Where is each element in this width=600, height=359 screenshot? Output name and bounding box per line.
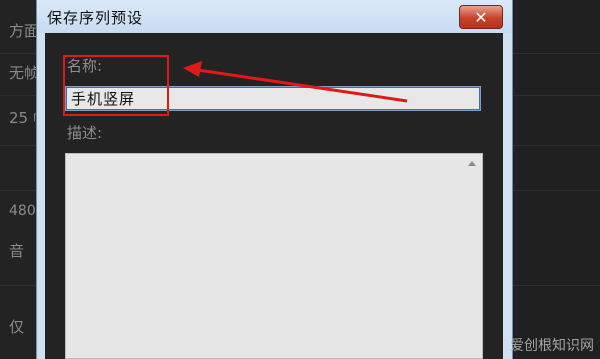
annotation-arrow-line [197,68,408,103]
annotation-arrow [183,61,408,103]
annotation-arrow-head [183,61,202,77]
watermark: 爱创根知识网 [510,338,594,354]
